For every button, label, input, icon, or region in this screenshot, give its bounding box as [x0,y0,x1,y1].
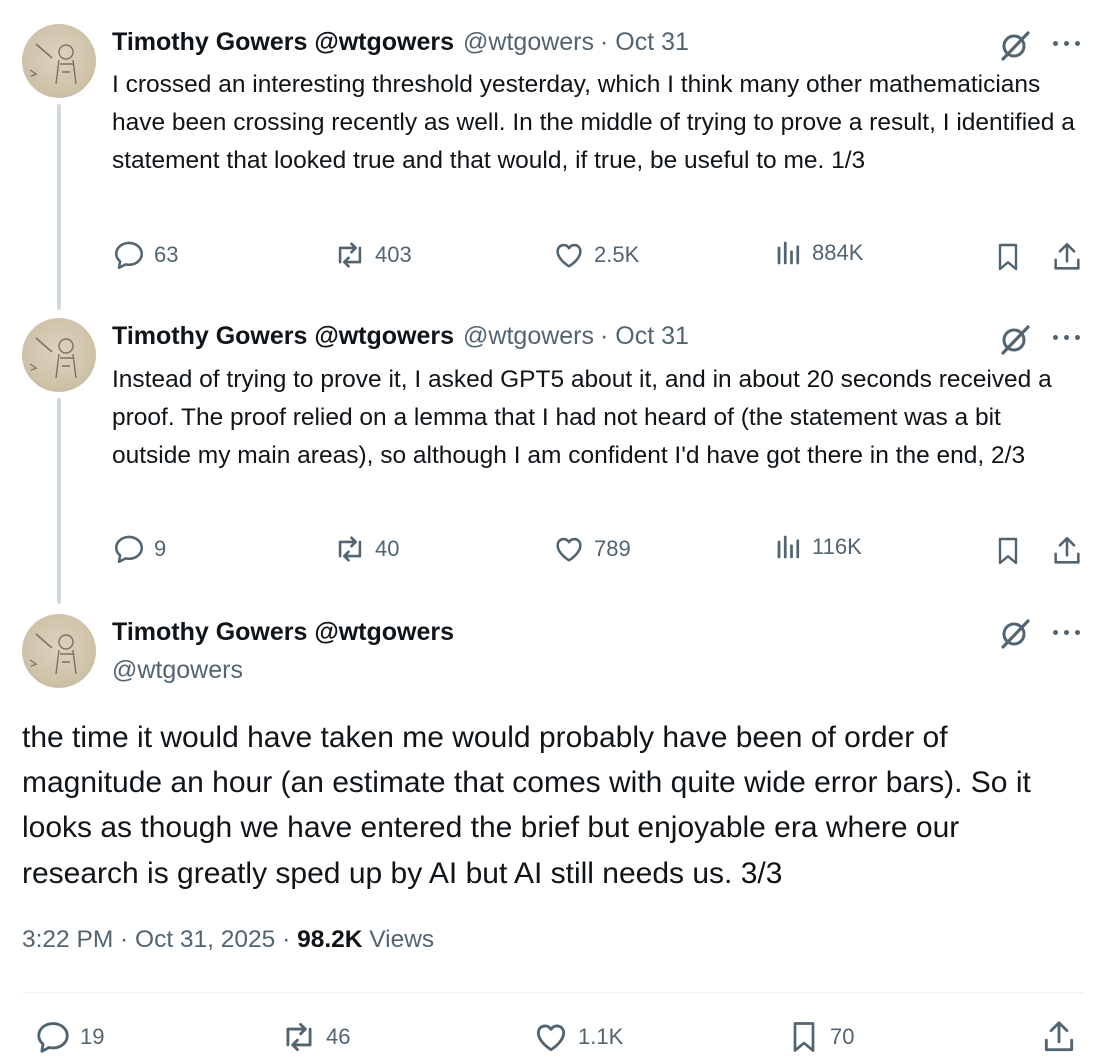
avatar[interactable] [22,614,96,688]
avatar[interactable] [22,318,96,392]
like-button[interactable]: 789 [552,532,631,566]
reply-count: 63 [154,242,179,267]
more-icon[interactable] [1053,38,1083,50]
tweet-header: Timothy Gowers @wtgowers [112,618,454,647]
repost-arrows-icon [338,242,362,268]
bookmark-button[interactable]: 70 [786,1018,854,1056]
speech-bubble-icon [114,535,144,564]
like-button[interactable]: 1.1K [532,1018,623,1056]
tweet-meta: 3:22 PM · Oct 31, 2025 · 98.2K Views [22,926,434,954]
repost-arrows-icon [286,1022,312,1052]
avatar[interactable] [22,24,96,98]
reply-button[interactable]: 9 [112,532,166,566]
repost-count: 40 [375,536,400,561]
tweet-date[interactable]: · Oct 31 [600,322,689,351]
bar-chart-icon [777,241,800,265]
main-tweet-text: the time it would have taken me would pr… [22,721,1031,890]
bookmark-icon [998,243,1018,271]
more-icon[interactable] [1053,627,1083,639]
reply-button[interactable]: 63 [112,238,178,272]
author-name[interactable]: Timothy Gowers @wtgowers [112,618,454,647]
share-upload-icon [1054,536,1080,564]
views-button[interactable]: 884K [774,238,863,268]
speech-bubble-icon [37,1022,69,1053]
bookmark-button[interactable] [992,240,1024,279]
tweet-handle-row: @wtgowers [112,656,243,685]
share-button[interactable] [1040,1018,1078,1061]
views-button[interactable]: 116K [774,532,862,562]
grok-icon[interactable] [999,29,1031,61]
bookmark-icon [793,1022,815,1052]
bookmark-icon [998,537,1018,565]
thread-line-1 [57,104,61,310]
repost-count: 403 [375,242,412,267]
heart-icon [556,243,582,268]
grok-icon[interactable] [999,323,1031,355]
more-icon[interactable] [1053,332,1083,344]
repost-button[interactable]: 40 [333,532,399,566]
bar-chart-icon [777,535,800,559]
reply-button[interactable]: 19 [34,1018,104,1056]
tweet-header: Timothy Gowers @wtgowers @wtgowers · Oct… [112,322,689,351]
reply-count: 19 [80,1024,105,1049]
heart-icon [536,1024,566,1052]
main-tweet-actions: 19 46 1.1K 70 [0,1018,1098,1058]
like-count: 2.5K [594,242,640,267]
tweet-actions: 9 40 789 116K [0,532,1098,572]
views-count: 884K [812,240,864,265]
like-count: 1.1K [578,1024,624,1049]
speech-bubble-icon [114,241,144,270]
views-label: Views [362,926,435,953]
thread-line-2 [57,398,61,604]
author-handle[interactable]: @wtgowers [463,322,594,351]
heart-icon [556,537,582,562]
divider [22,992,1084,993]
bookmark-count: 70 [830,1024,855,1049]
share-button[interactable] [1050,240,1084,279]
tweet-actions: 63 403 2.5K 884K [0,238,1098,278]
share-button[interactable] [1050,534,1084,573]
views-total: 98.2K [297,926,363,953]
tweet-header: Timothy Gowers @wtgowers @wtgowers · Oct… [112,28,689,57]
like-button[interactable]: 2.5K [552,238,639,272]
reply-count: 9 [154,536,167,561]
views-count: 116K [812,534,862,559]
tweet-date[interactable]: · Oct 31 [600,28,689,57]
tweet-text: I crossed an interesting threshold yeste… [112,71,1075,174]
author-name[interactable]: Timothy Gowers @wtgowers [112,322,454,351]
author-handle[interactable]: @wtgowers [112,656,243,685]
bookmark-button[interactable] [992,534,1024,573]
tweet-text: Instead of trying to prove it, I asked G… [112,366,1052,469]
author-handle[interactable]: @wtgowers [463,28,594,57]
share-upload-icon [1044,1021,1074,1052]
share-upload-icon [1054,242,1080,270]
author-name[interactable]: Timothy Gowers @wtgowers [112,28,454,57]
repost-count: 46 [326,1024,351,1049]
timestamp[interactable]: 3:22 PM · Oct 31, 2025 · [22,926,297,953]
repost-button[interactable]: 403 [333,238,412,272]
repost-button[interactable]: 46 [280,1018,350,1056]
tweet-thread: Timothy Gowers @wtgowers @wtgowers · Oct… [0,0,1098,1064]
like-count: 789 [594,536,631,561]
grok-icon[interactable] [999,617,1031,649]
repost-arrows-icon [338,536,362,562]
